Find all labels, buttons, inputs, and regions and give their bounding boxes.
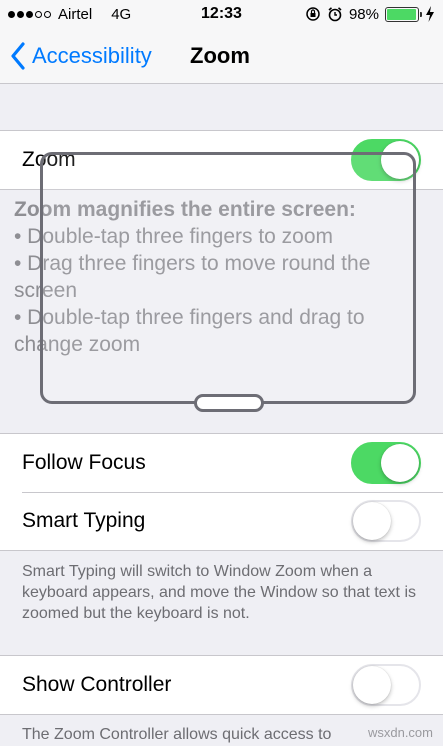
show-controller-label: Show Controller: [22, 673, 172, 696]
follow-focus-row: Follow Focus: [0, 434, 443, 492]
rotation-lock-icon: [306, 7, 320, 21]
signal-strength-icon: [8, 10, 51, 18]
smart-typing-toggle[interactable]: [351, 500, 421, 542]
back-button-label: Accessibility: [32, 42, 152, 68]
status-bar: Airtel 4G 12:33 98%: [0, 0, 443, 28]
back-button[interactable]: Accessibility: [0, 41, 152, 70]
battery-percentage: 98%: [348, 5, 379, 23]
follow-focus-label: Follow Focus: [22, 451, 146, 474]
zoom-window-lens[interactable]: [40, 152, 416, 404]
chevron-left-icon: [11, 41, 25, 70]
zoom-window-handle[interactable]: [194, 394, 264, 412]
charging-bolt-icon: [426, 6, 434, 22]
show-controller-toggle[interactable]: [351, 664, 421, 706]
smart-typing-footer: Smart Typing will switch to Window Zoom …: [22, 563, 416, 622]
navigation-bar: Accessibility Zoom: [0, 28, 443, 84]
watermark: wsxdn.com: [367, 725, 433, 740]
carrier-name: Airtel: [58, 5, 93, 23]
network-type: 4G: [111, 5, 132, 23]
smart-typing-row: Smart Typing: [0, 492, 443, 550]
focus-typing-group: Follow Focus Smart Typing: [0, 433, 443, 551]
battery-icon: [385, 6, 422, 22]
smart-typing-label: Smart Typing: [22, 509, 146, 532]
alarm-icon: [328, 7, 342, 22]
follow-focus-toggle[interactable]: [351, 442, 421, 484]
page-title: Zoom: [190, 42, 250, 68]
controller-group: Show Controller: [0, 655, 443, 715]
show-controller-footer: The Zoom Controller allows quick access …: [22, 726, 332, 743]
show-controller-row: Show Controller: [0, 656, 443, 714]
